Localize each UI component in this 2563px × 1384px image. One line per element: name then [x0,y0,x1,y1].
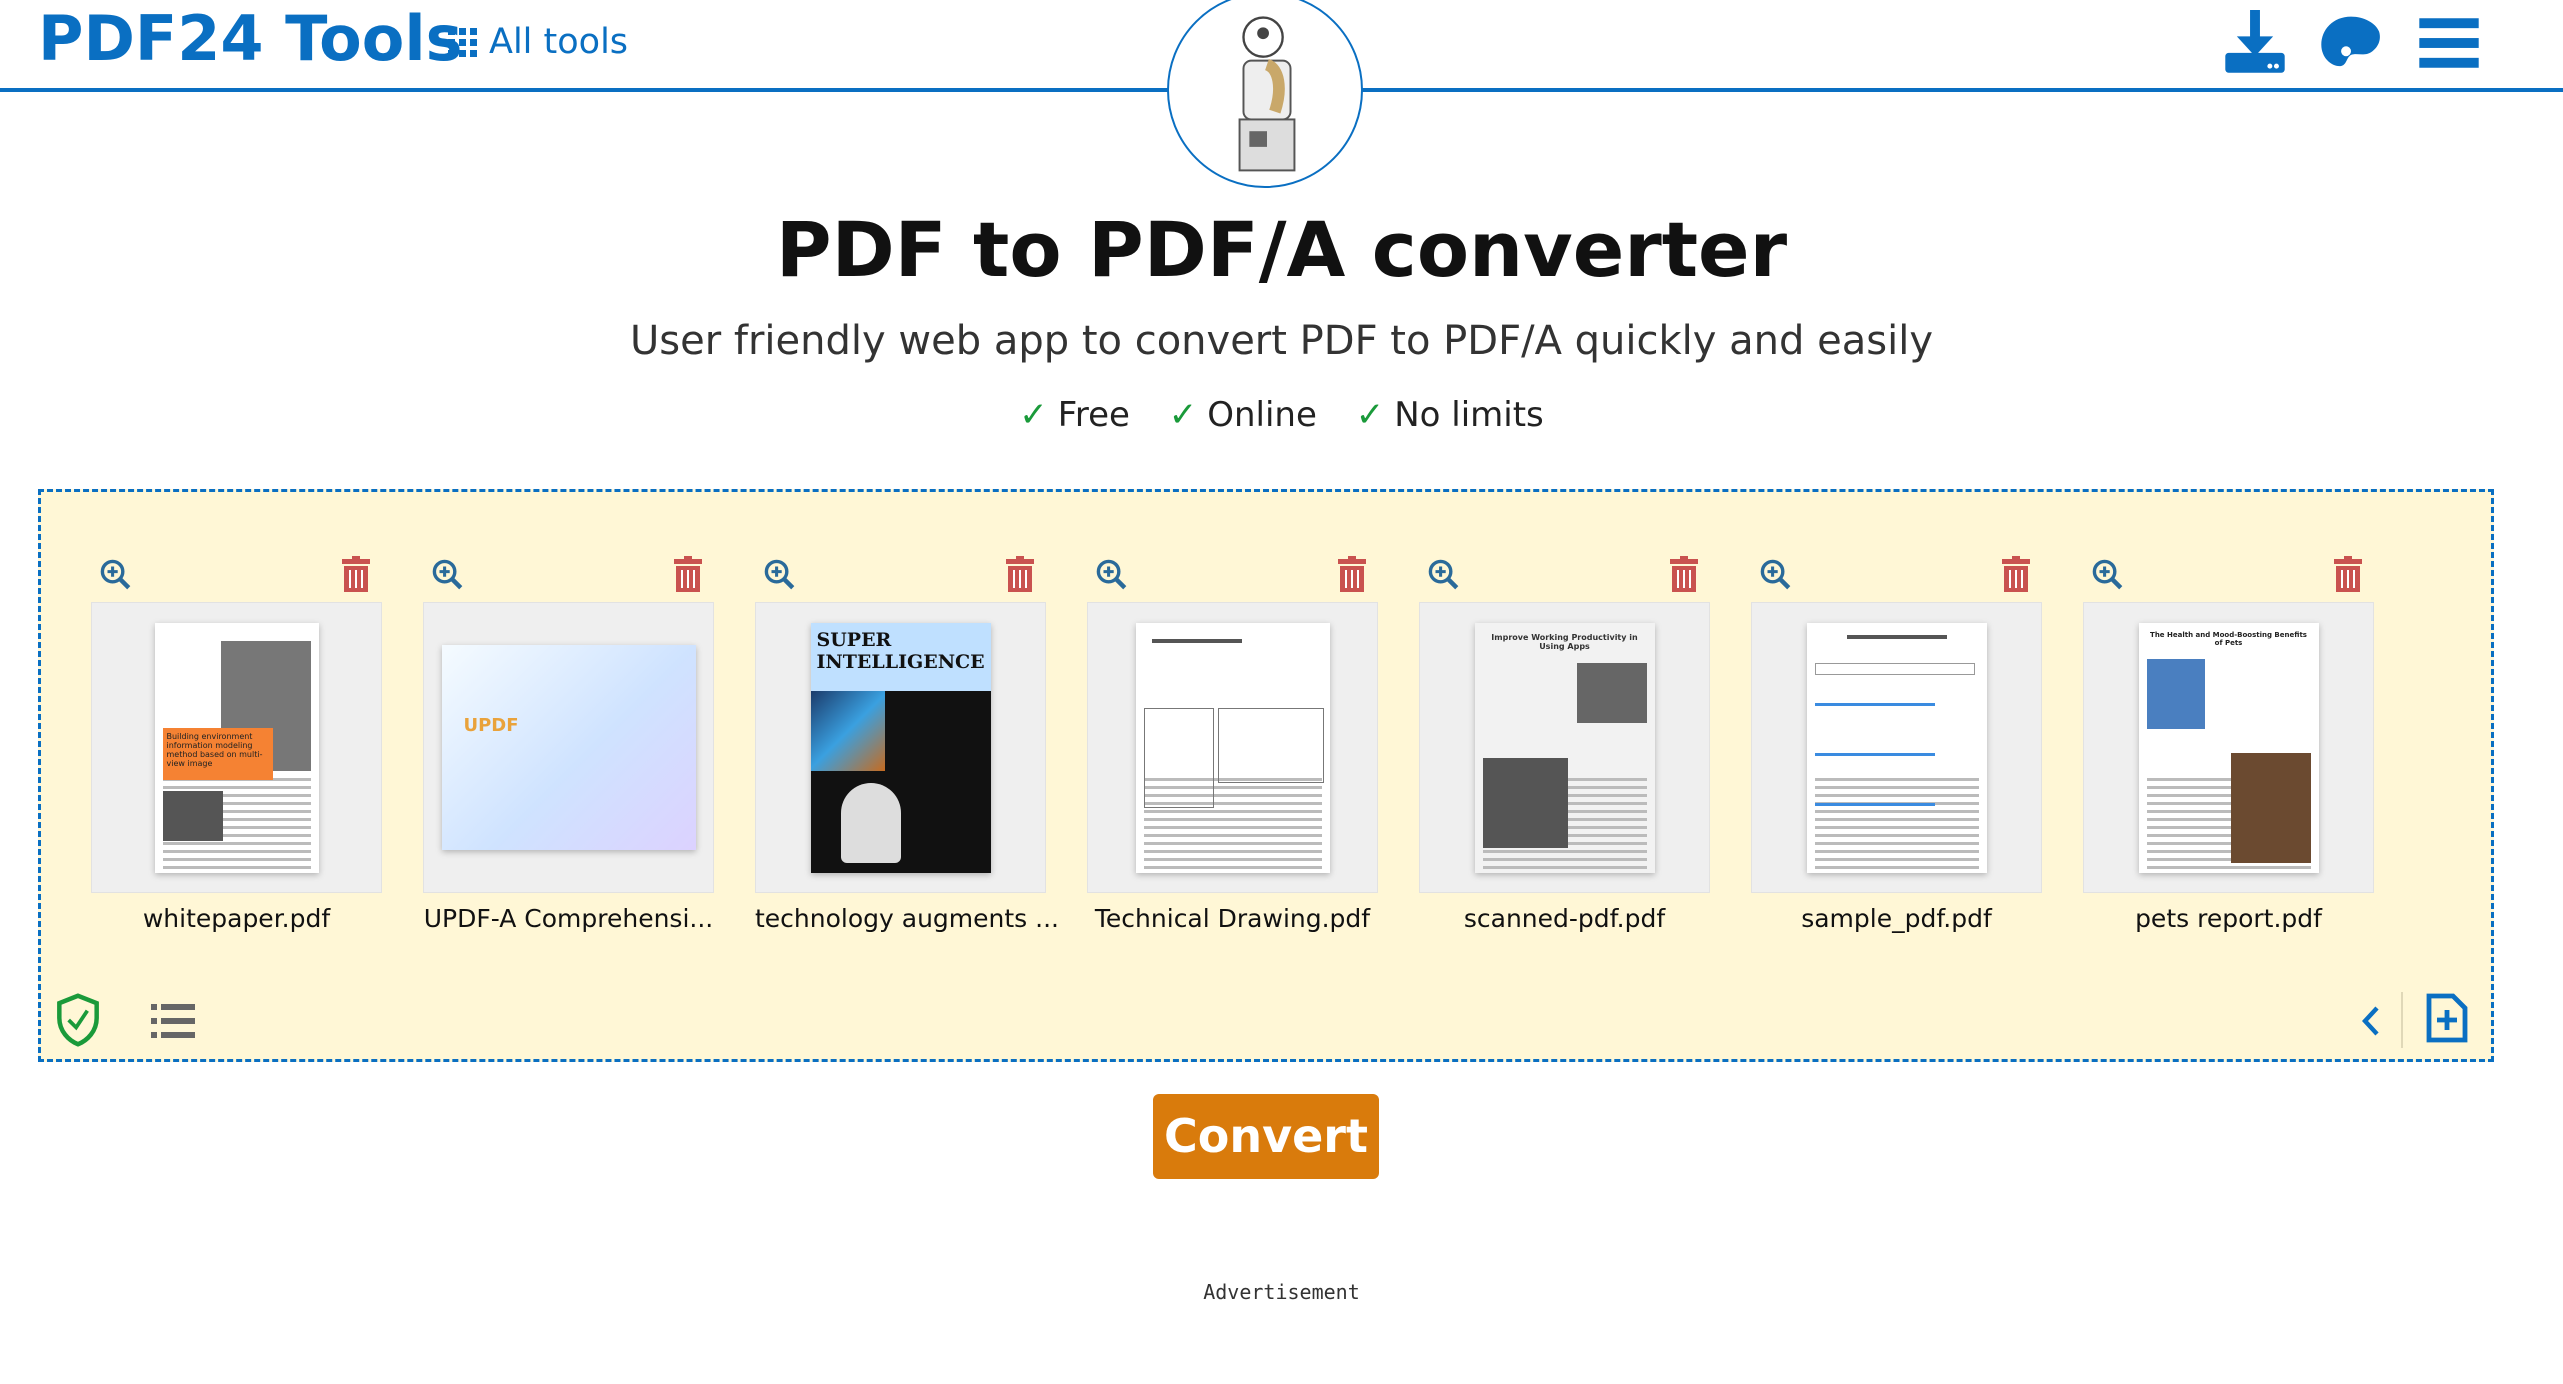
feature-list: ✓ Free ✓ Online ✓ No limits [0,395,2563,435]
file-name: UPDF-A Comprehensi... [423,904,714,933]
text-line [1143,857,1322,861]
trash-icon[interactable] [1670,556,1698,592]
text-line [1814,809,1979,813]
text-line [162,841,311,845]
trash-icon[interactable] [2334,556,2362,592]
menu-icon[interactable] [2416,10,2482,76]
file-thumbnail[interactable]: Building environment information modelin… [91,602,382,893]
palette-icon[interactable] [2318,10,2384,76]
thumb-heading: The Health and Mood-Boosting Benefits of… [2150,630,2307,647]
page-subtitle: User friendly web app to convert PDF to … [630,318,1933,364]
file-name: pets report.pdf [2135,904,2322,933]
thumb-heading: Improve Working Productivity in Using Ap… [1491,632,1638,651]
all-tools-label: All tools [489,22,629,62]
file-name: sample_pdf.pdf [1801,904,1992,933]
file-thumbnail[interactable]: The Health and Mood-Boosting Benefits of… [2083,602,2374,893]
check-icon: ✓ [1019,395,1048,435]
zoom-in-icon[interactable] [1427,558,1461,592]
pdf-page-preview: The Health and Mood-Boosting Benefits of… [2138,622,2319,873]
thumb-heading: SUPER INTELLIGENCE [810,622,991,691]
file-name: whitepaper.pdf [142,904,331,933]
add-file-icon[interactable] [2423,992,2469,1044]
file-thumbnail[interactable] [1751,602,2042,893]
feature-no-limits: ✓ No limits [1356,395,1544,435]
text-line [162,785,311,789]
text-line [1482,865,1647,869]
convert-button[interactable]: Convert [1153,1094,1379,1179]
check-icon: ✓ [1168,395,1198,435]
text-line [1143,809,1322,813]
zoom-in-icon[interactable] [2091,558,2125,592]
text-line [1482,857,1647,861]
pdf-page-preview [1806,622,1987,873]
zoom-in-icon[interactable] [99,558,133,592]
feature-free: ✓ Free [1019,395,1130,435]
feature-online: ✓ Online [1169,395,1317,435]
pdf-page-preview: Building environment information modelin… [154,622,319,873]
text-line [1814,793,1979,797]
text-line [1814,777,1979,781]
pdf-page-preview: Improve Working Productivity in Using Ap… [1474,622,1655,873]
zoom-in-icon[interactable] [1759,558,1793,592]
file-thumbnail[interactable]: UPDF [423,602,714,893]
file-name: scanned-pdf.pdf [1463,904,1666,933]
text-line [1814,825,1979,829]
logo[interactable]: PDF24 Tools [38,2,463,75]
divider [2401,992,2403,1048]
page-title: PDF to PDF/A converter [775,205,1788,294]
text-line [1814,849,1979,853]
text-line [1814,785,1979,789]
text-line [1814,833,1979,837]
all-tools-link[interactable]: All tools [448,22,628,62]
zoom-in-icon[interactable] [763,558,797,592]
text-line [1143,865,1322,869]
text-line [1143,833,1322,837]
text-line [1814,857,1979,861]
shield-check-icon[interactable] [55,992,101,1048]
text-line [1814,817,1979,821]
text-line [1143,825,1322,829]
text-line [1482,849,1647,853]
trash-icon[interactable] [1338,556,1366,592]
trash-icon[interactable] [2002,556,2030,592]
text-line [162,857,311,861]
pdf-page-preview: UPDF [441,645,696,850]
feature-label: Online [1207,395,1317,435]
advertisement-label: Advertisement [1203,1280,1360,1304]
trash-icon[interactable] [342,556,370,592]
mascot-logo [1167,0,1363,188]
text-line [1143,849,1322,853]
grid-icon [448,27,477,57]
text-line [162,865,311,869]
zoom-in-icon[interactable] [431,558,465,592]
file-thumbnail[interactable]: Improve Working Productivity in Using Ap… [1419,602,1710,893]
text-line [1143,817,1322,821]
file-name: technology augments ... [755,904,1059,933]
thumb-heading: UPDF [463,715,519,736]
text-line [1814,841,1979,845]
trash-icon[interactable] [674,556,702,592]
text-line [2146,865,2311,869]
trash-icon[interactable] [1006,556,1034,592]
file-thumbnail[interactable] [1087,602,1378,893]
text-line [1814,865,1979,869]
check-icon: ✓ [1355,395,1385,435]
text-line [162,849,311,853]
file-name: Technical Drawing.pdf [1094,904,1371,933]
file-thumbnail[interactable]: SUPER INTELLIGENCE [755,602,1046,893]
list-view-icon[interactable] [151,1004,195,1038]
text-line [1143,841,1322,845]
download-icon[interactable] [2222,10,2288,76]
zoom-in-icon[interactable] [1095,558,1129,592]
feature-label: Free [1057,395,1130,435]
thumb-heading: Building environment information modelin… [162,727,273,780]
chevron-left-icon[interactable] [2359,1004,2381,1038]
feature-label: No limits [1394,395,1544,435]
pdf-page-preview: SUPER INTELLIGENCE [810,622,991,873]
pdf-page-preview [1135,622,1330,873]
file-dropzone[interactable]: Building environment information modelin… [38,489,2494,1062]
